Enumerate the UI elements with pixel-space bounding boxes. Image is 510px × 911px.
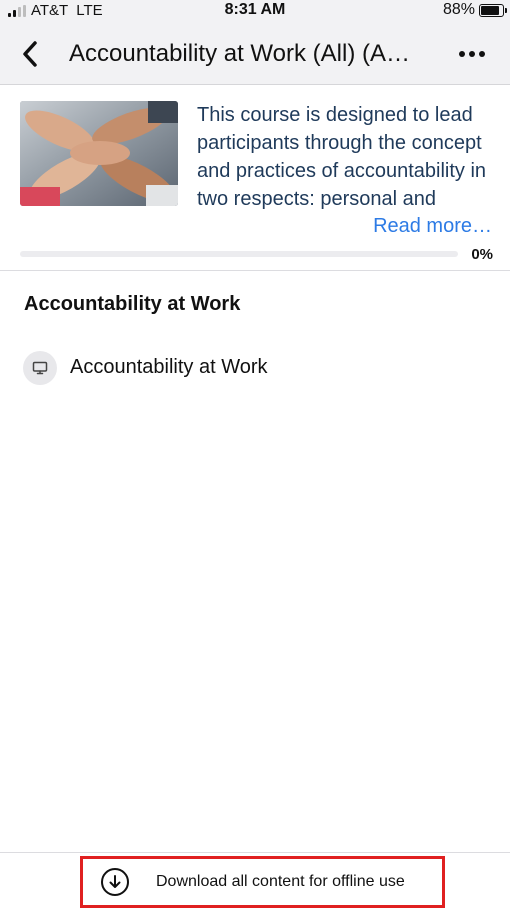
monitor-icon [23, 351, 57, 385]
lesson-item[interactable]: Accountability at Work [0, 340, 510, 396]
read-more-link[interactable]: Read more… [373, 215, 492, 238]
status-bar: AT&T LTE 8:31 AM 88% [0, 0, 510, 24]
nav-bar: Accountability at Work (All) (A… [0, 24, 510, 85]
course-progress-bar [20, 251, 458, 257]
chevron-left-icon [23, 41, 37, 67]
status-time: 8:31 AM [224, 1, 286, 18]
hands-teamwork-image [20, 101, 178, 206]
download-circle-icon [101, 868, 129, 896]
more-horizontal-icon [459, 51, 465, 57]
lesson-label: Accountability at Work [70, 356, 268, 378]
back-button[interactable] [14, 38, 46, 70]
divider [0, 270, 510, 271]
page-title: Accountability at Work (All) (A… [69, 40, 410, 67]
section-title: Accountability at Work [24, 293, 241, 315]
more-options-button[interactable] [456, 40, 488, 68]
download-all-label: Download all content for offline use [156, 873, 405, 890]
progress-percent: 0% [471, 246, 493, 263]
course-thumbnail [20, 101, 178, 206]
status-right: 88% [442, 1, 507, 19]
download-all-button[interactable]: Download all content for offline use [80, 856, 445, 908]
battery-percent: 88% [442, 1, 475, 18]
course-description: This course is designed to lead particip… [197, 104, 487, 209]
bottom-bar: Download all content for offline use [0, 852, 510, 911]
battery-icon [479, 3, 507, 17]
